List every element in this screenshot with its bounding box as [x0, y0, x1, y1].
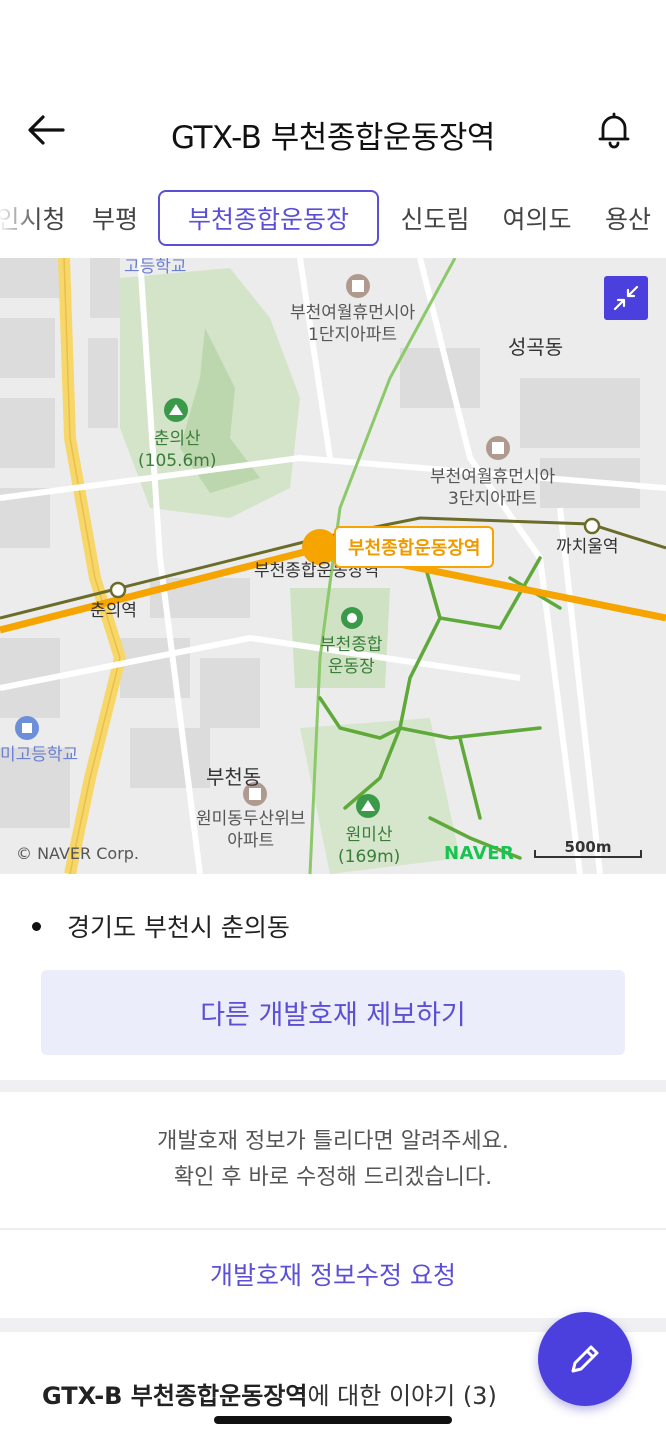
home-indicator — [214, 1416, 452, 1424]
address-text: 경기도 부천시 춘의동 — [67, 913, 290, 942]
app-header: GTX-B 부천종합운동장역 — [0, 88, 666, 174]
map-view[interactable]: 고등학교 부천여월휴먼시아 1단지아파트 성곡동 춘의산 (105.6m) 부천… — [0, 258, 666, 874]
tab-station[interactable]: 신도림 — [394, 190, 476, 246]
map-label-apartment: 부천여월휴먼시아 1단지아파트 — [290, 303, 416, 345]
divider — [0, 1228, 666, 1230]
map-label-school: 고등학교 — [124, 258, 187, 277]
station-tabs: 인시청 부평 부천종합운동장 신도림 여의도 용산 — [0, 190, 666, 248]
map-scale: 500m — [534, 838, 642, 858]
tab-station[interactable]: 용산 — [598, 190, 658, 246]
map-label-district: 부천동 — [206, 765, 262, 789]
collapse-arrows-icon — [613, 285, 639, 311]
notification-button[interactable] — [592, 108, 636, 152]
write-fab-button[interactable] — [538, 1312, 632, 1406]
section-divider — [0, 1080, 666, 1092]
story-title-bold: GTX-B 부천종합운동장역 — [42, 1382, 308, 1410]
pencil-icon — [571, 1345, 599, 1373]
bell-icon — [598, 112, 630, 149]
map-label-apartment: 부천여월휴먼시아 3단지아파트 — [430, 467, 556, 509]
map-label-school: 미고등학교 — [0, 745, 79, 765]
edit-request-link[interactable]: 개발호재 정보수정 요청 — [0, 1256, 666, 1292]
map-scale-bar — [534, 850, 642, 858]
map-label-station: 까치울역 — [556, 537, 619, 557]
bullet-icon — [32, 921, 41, 931]
story-title-rest: 에 대한 이야기 (3) — [307, 1382, 497, 1410]
map-label-mountain: 춘의산 (105.6m) — [138, 429, 217, 471]
tab-station[interactable]: 여의도 — [496, 190, 578, 246]
tab-station-active[interactable]: 부천종합운동장 — [158, 190, 379, 246]
map-label-district: 성곡동 — [508, 335, 564, 359]
map-label-station: 춘의역 — [90, 601, 137, 621]
address-row: 경기도 부천시 춘의동 — [32, 908, 290, 944]
map-label-stadium: 부천종합 운동장 — [320, 635, 383, 677]
map-label-apartment: 원미동두산위브 아파트 — [196, 809, 306, 851]
page-title: GTX-B 부천종합운동장역 — [171, 120, 495, 156]
report-other-development-button[interactable]: 다른 개발호재 제보하기 — [41, 970, 625, 1055]
correction-notice: 개발호재 정보가 틀리다면 알려주세요. 확인 후 바로 수정해 드리겠습니다. — [0, 1124, 666, 1196]
selected-station-label[interactable]: 부천종합운동장역 — [334, 526, 495, 568]
map-collapse-button[interactable] — [604, 276, 648, 320]
tab-station[interactable]: 인시청 — [0, 190, 66, 246]
story-section-title[interactable]: GTX-B 부천종합운동장역에 대한 이야기 (3) — [42, 1376, 497, 1411]
naver-logo: NAVER — [444, 843, 515, 864]
map-copyright: © NAVER Corp. — [16, 844, 140, 863]
map-label-mountain: 원미산 (169m) — [338, 825, 401, 867]
notice-line-2: 확인 후 바로 수정해 드리겠습니다. — [173, 1165, 493, 1190]
notice-line-1: 개발호재 정보가 틀리다면 알려주세요. — [157, 1129, 509, 1154]
tab-station[interactable]: 부평 — [86, 190, 144, 246]
